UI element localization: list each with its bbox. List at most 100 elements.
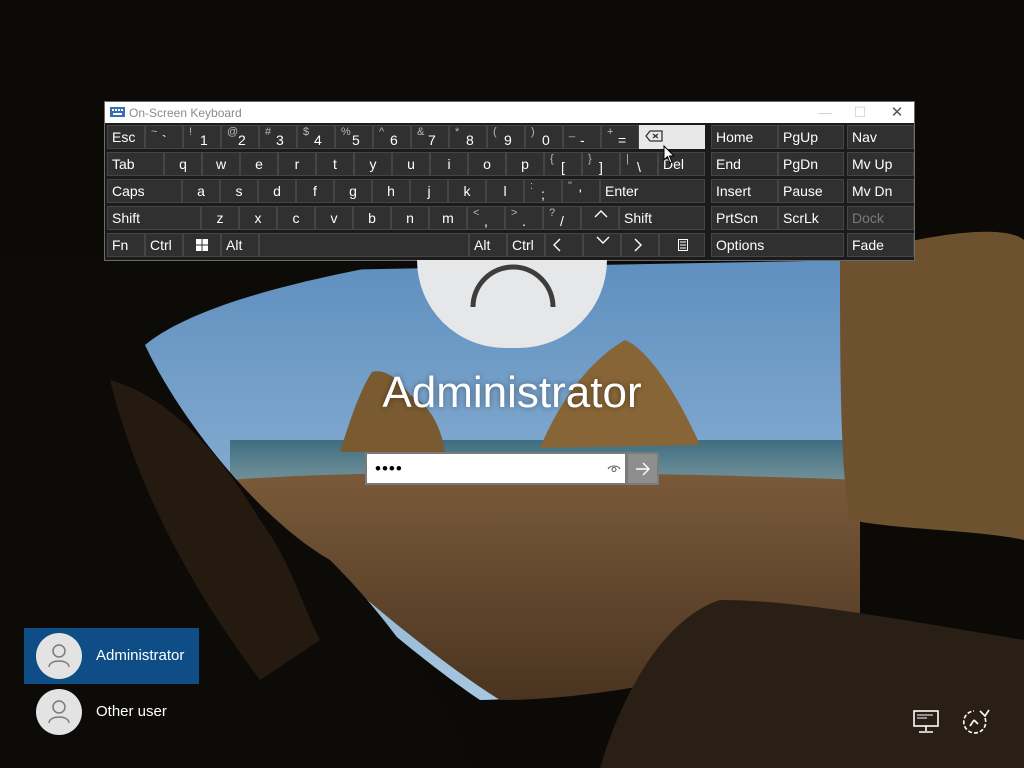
key-minus[interactable]: _ - <box>563 125 601 149</box>
keyboard-icon <box>110 107 125 117</box>
key-c[interactable]: c <box>277 206 315 230</box>
key-b[interactable]: b <box>353 206 391 230</box>
windows-logo-icon <box>196 239 208 251</box>
key-space[interactable] <box>259 233 469 257</box>
key-pause[interactable]: Pause <box>778 179 844 203</box>
key-comma[interactable]: <, <box>467 206 505 230</box>
key-4[interactable]: $4 <box>297 125 335 149</box>
context-menu-icon <box>678 239 688 251</box>
key-mv-dn[interactable]: Mv Dn <box>847 179 914 203</box>
osk-title-bar[interactable]: On-Screen Keyboard — ☐ ✕ <box>105 102 914 123</box>
key-semicolon[interactable]: :; <box>524 179 562 203</box>
key-fade[interactable]: Fade <box>847 233 914 257</box>
key-e[interactable]: e <box>240 152 278 176</box>
key-i[interactable]: i <box>430 152 468 176</box>
ease-of-access-icon[interactable] <box>958 706 992 738</box>
key-ctrl-right[interactable]: Ctrl <box>507 233 545 257</box>
key-end[interactable]: End <box>711 152 778 176</box>
arrow-right-icon <box>636 462 650 476</box>
key-2[interactable]: @2 <box>221 125 259 149</box>
key-q[interactable]: q <box>164 152 202 176</box>
key-z[interactable]: z <box>201 206 239 230</box>
key-d[interactable]: d <box>258 179 296 203</box>
minimize-button[interactable]: — <box>808 102 842 123</box>
user-avatar-small <box>36 689 82 735</box>
key-p[interactable]: p <box>506 152 544 176</box>
key-scrlk[interactable]: ScrLk <box>778 206 844 230</box>
key-home[interactable]: Home <box>711 125 778 149</box>
key-r[interactable]: r <box>278 152 316 176</box>
key-5[interactable]: % 5 <box>335 125 373 149</box>
key-9[interactable]: (9 <box>487 125 525 149</box>
key-6[interactable]: ^ 6 <box>373 125 411 149</box>
key-right-bracket[interactable]: }] <box>582 152 620 176</box>
key-dock[interactable]: Dock <box>847 206 914 230</box>
key-quote[interactable]: " ' <box>562 179 600 203</box>
key-u[interactable]: u <box>392 152 430 176</box>
key-right-arrow[interactable] <box>621 233 659 257</box>
key-prtscn[interactable]: PrtScn <box>711 206 778 230</box>
key-o[interactable]: o <box>468 152 506 176</box>
key-f[interactable]: f <box>296 179 334 203</box>
key-shift-right[interactable]: Shift <box>619 206 705 230</box>
on-screen-keyboard-window: On-Screen Keyboard — ☐ ✕ Esc ~ ` ! 1 @2 #3… <box>104 101 915 261</box>
key-insert[interactable]: Insert <box>711 179 778 203</box>
key-3[interactable]: #3 <box>259 125 297 149</box>
user-tile-other-user[interactable]: Other user <box>24 684 199 740</box>
key-v[interactable]: v <box>315 206 353 230</box>
user-avatar-small <box>36 633 82 679</box>
key-backtick[interactable]: ~ ` <box>145 125 183 149</box>
key-backslash[interactable]: | \ <box>620 152 658 176</box>
key-slash[interactable]: ? / <box>543 206 581 230</box>
key-l[interactable]: l <box>486 179 524 203</box>
key-j[interactable]: j <box>410 179 448 203</box>
key-x[interactable]: x <box>239 206 277 230</box>
key-left-arrow[interactable] <box>545 233 583 257</box>
eye-icon[interactable] <box>607 463 621 475</box>
key-n[interactable]: n <box>391 206 429 230</box>
key-nav[interactable]: Nav <box>847 125 914 149</box>
key-pgup[interactable]: PgUp <box>778 125 844 149</box>
maximize-button[interactable]: ☐ <box>843 102 877 123</box>
key-down-arrow[interactable] <box>583 233 621 257</box>
key-1[interactable]: ! 1 <box>183 125 221 149</box>
key-esc[interactable]: Esc <box>107 125 145 149</box>
key-alt-left[interactable]: Alt <box>221 233 259 257</box>
key-caps[interactable]: Caps <box>107 179 182 203</box>
key-equals[interactable]: + = <box>601 125 639 149</box>
key-left-bracket[interactable]: {[ <box>544 152 582 176</box>
key-s[interactable]: s <box>220 179 258 203</box>
key-pgdn[interactable]: PgDn <box>778 152 844 176</box>
key-m[interactable]: m <box>429 206 467 230</box>
key-tab[interactable]: Tab <box>107 152 164 176</box>
key-options[interactable]: Options <box>711 233 844 257</box>
key-h[interactable]: h <box>372 179 410 203</box>
key-mv-up[interactable]: Mv Up <box>847 152 914 176</box>
key-windows[interactable] <box>183 233 221 257</box>
key-menu[interactable] <box>659 233 705 257</box>
key-8[interactable]: * 8 <box>449 125 487 149</box>
key-ctrl-left[interactable]: Ctrl <box>145 233 183 257</box>
key-w[interactable]: w <box>202 152 240 176</box>
window-title: On-Screen Keyboard <box>129 106 242 120</box>
close-button[interactable]: ✕ <box>880 102 914 123</box>
backspace-icon <box>645 130 663 142</box>
key-enter[interactable]: Enter <box>600 179 705 203</box>
submit-button[interactable] <box>626 452 659 485</box>
network-icon[interactable] <box>911 706 945 738</box>
chevron-down-icon <box>596 236 610 244</box>
key-7[interactable]: & 7 <box>411 125 449 149</box>
key-period[interactable]: >. <box>505 206 543 230</box>
key-alt-right[interactable]: Alt <box>469 233 507 257</box>
key-y[interactable]: y <box>354 152 392 176</box>
key-up-arrow[interactable] <box>581 206 619 230</box>
key-shift-left[interactable]: Shift <box>107 206 201 230</box>
password-input[interactable]: •••• <box>365 452 627 485</box>
key-a[interactable]: a <box>182 179 220 203</box>
key-t[interactable]: t <box>316 152 354 176</box>
key-0[interactable]: ) 0 <box>525 125 563 149</box>
user-tile-administrator[interactable]: Administrator <box>24 628 199 684</box>
key-fn[interactable]: Fn <box>107 233 145 257</box>
key-k[interactable]: k <box>448 179 486 203</box>
key-g[interactable]: g <box>334 179 372 203</box>
